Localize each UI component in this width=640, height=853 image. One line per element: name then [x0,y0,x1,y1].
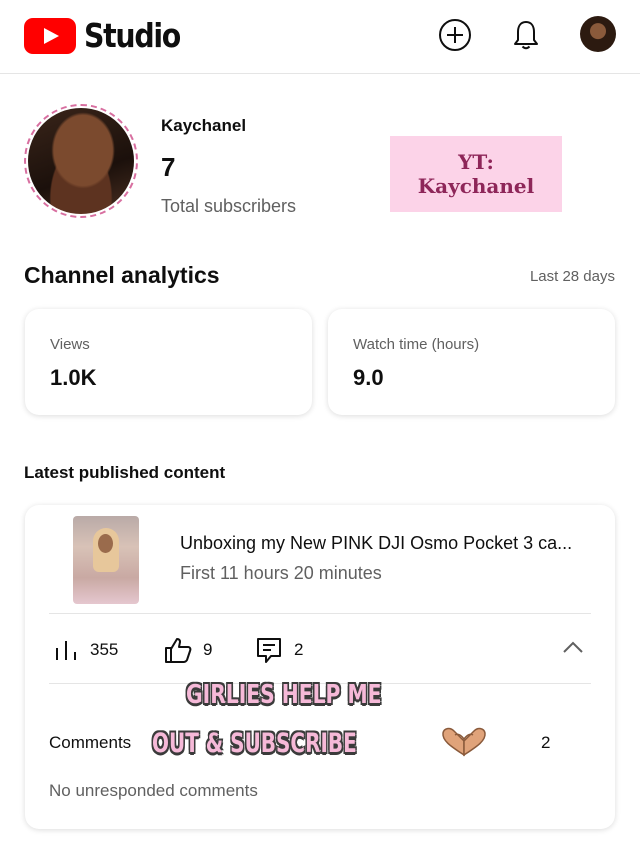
channel-name[interactable]: Kaychanel [161,116,246,136]
comments-stat: 2 [255,635,303,665]
bell-icon [514,21,538,50]
divider [49,613,591,614]
watch-time-label: Watch time (hours) [353,336,480,353]
views-label: Views [50,336,90,353]
channel-analytics-title: Channel analytics [24,262,220,288]
comments-label[interactable]: Comments [49,733,131,753]
app-name: Studio [84,16,181,55]
youtube-play-icon [24,17,76,54]
heart-hands-icon [442,727,486,757]
comments-count-stat: 2 [294,640,304,659]
profile-photo [28,108,134,214]
analytics-period: Last 28 days [529,268,615,285]
likes-stat: 9 [164,635,212,665]
video-thumbnail[interactable] [73,516,139,604]
views-value: 1.0K [50,365,97,390]
subscriber-count: 7 [161,152,176,182]
youtube-studio-logo[interactable]: Studio [24,16,196,55]
views-stat: 355 [54,635,118,665]
overlay-text-line-2: OUT & SUBSCRIBE [152,728,357,759]
notifications-button[interactable] [508,17,544,53]
no-unresponded-comments: No unresponded comments [49,781,258,800]
comments-count: 2 [541,733,551,752]
views-card[interactable]: Views 1.0K [25,309,312,415]
views-count: 355 [90,640,119,659]
latest-content-card: Unboxing my New PINK DJI Osmo Pocket 3 c… [25,505,615,829]
promo-line-2: Kaychanel [417,174,535,198]
video-period: First 11 hours 20 minutes [180,563,382,583]
watch-time-card[interactable]: Watch time (hours) 9.0 [328,309,615,415]
thumbs-up-icon [165,638,192,663]
overlay-text-line-1: GIRLIES HELP ME [186,680,382,710]
collapse-button[interactable] [562,640,584,659]
channel-profile-picture[interactable] [24,104,138,218]
subscriber-label: Total subscribers [161,196,297,216]
add-circle-icon [439,19,471,51]
create-button[interactable] [437,17,473,53]
comment-icon [257,638,281,663]
video-title[interactable]: Unboxing my New PINK DJI Osmo Pocket 3 c… [180,533,600,554]
promo-sticker: YT: Kaychanel [390,136,562,212]
account-avatar[interactable] [580,16,616,52]
latest-content-title: Latest published content [24,463,226,482]
top-app-bar: Studio [0,0,640,74]
watch-time-value: 9.0 [353,365,384,390]
promo-line-1: YT: [458,150,494,174]
bar-chart-icon [56,641,76,660]
chevron-up-icon [563,641,583,653]
likes-count: 9 [203,640,213,659]
